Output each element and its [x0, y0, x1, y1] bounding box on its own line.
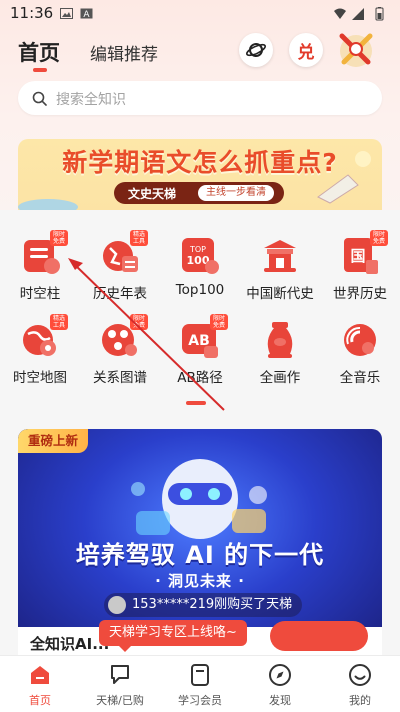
limited-free-badge: 限时 免费 [370, 230, 388, 246]
tool-ab-path[interactable]: AB 限时 免费 AB路径 [162, 314, 238, 386]
history-timeline-icon: 精选 工具 [98, 230, 148, 278]
ladder-zone-tooltip[interactable]: 天梯学习专区上线咯~ [99, 620, 247, 652]
svg-text:国: 国 [350, 247, 365, 265]
banner-brand-pill: 文史天梯 主线一步看清 [114, 182, 284, 204]
status-bar: 11:36 A [0, 0, 400, 28]
tool-label: 时空柱 [19, 286, 61, 302]
header: 首页 编辑推荐 兑 [0, 30, 400, 74]
promo-action-button[interactable] [270, 621, 368, 651]
tool-relationship-graph[interactable]: 限时 免费 关系图谱 [82, 314, 158, 386]
nav-label: 发现 [269, 694, 291, 707]
promo-bottom-title: 全知识AI... [30, 635, 110, 653]
temple-icon [258, 234, 302, 278]
book-icon [187, 662, 213, 688]
tab-editor-picks[interactable]: 编辑推荐 [90, 40, 158, 65]
home-icon [27, 662, 53, 688]
nav-label: 我的 [349, 694, 371, 707]
tool-china-dynasty-history[interactable]: 中国断代史 [242, 234, 318, 302]
svg-text:A: A [83, 10, 90, 19]
spacetime-pillar-icon: 限时 免费 [18, 230, 68, 278]
music-disc-icon [338, 318, 382, 362]
ab-path-icon: AB 限时 免费 [178, 314, 228, 362]
signal-battery-icon [334, 7, 384, 21]
nav-label: 学习会员 [178, 694, 222, 707]
nav-label: 天梯/已购 [96, 694, 144, 707]
vase-icon [258, 318, 302, 362]
tool-spacetime-pillar[interactable]: 限时 免费 时空柱 [2, 230, 78, 302]
relationship-graph-icon: 限时 免费 [98, 314, 148, 362]
tool-label: 全画作 [259, 370, 301, 386]
status-right [332, 6, 388, 25]
nav-mine[interactable]: 我的 [320, 662, 400, 708]
svg-text:TOP: TOP [189, 245, 206, 254]
tool-label: AB路径 [177, 370, 223, 386]
banner-slogan: 主线一步看清 [198, 185, 274, 201]
promo-slogan: 培养驾驭 AI 的下一代 [75, 541, 325, 569]
promo-subtitle: · 洞见未来 · [155, 572, 245, 590]
nav-ladder-purchased[interactable]: 天梯/已购 [80, 662, 160, 708]
search-icon [32, 91, 47, 106]
redeem-label: 兑 [297, 42, 315, 63]
featured-tool-badge: 精选 工具 [50, 314, 68, 330]
page-indicator [186, 401, 206, 405]
nav-discover[interactable]: 发现 [240, 662, 320, 708]
redeem-button[interactable]: 兑 [289, 33, 323, 67]
status-time: 11:36 [10, 4, 54, 22]
tool-all-music[interactable]: 全音乐 [322, 318, 398, 386]
flag-icon [107, 662, 133, 688]
purchase-ticker: 153*****219刚购买了天梯 [104, 593, 303, 617]
featured-tool-badge: 精选 工具 [130, 230, 148, 246]
world-history-book-icon: 国 限时 免费 [338, 230, 388, 278]
nav-home[interactable]: 首页 [0, 662, 80, 708]
tool-label: 时空地图 [13, 370, 67, 386]
tool-history-timeline[interactable]: 精选 工具 历史年表 [82, 230, 158, 302]
tool-label: 历史年表 [93, 286, 147, 302]
search-bar[interactable]: 搜索全知识 [18, 81, 382, 115]
limited-free-badge: 限时 免费 [130, 314, 148, 330]
tab-active-indicator [33, 68, 47, 72]
planet-button[interactable] [239, 33, 273, 67]
tool-label: 世界历史 [333, 286, 387, 302]
tool-all-paintings[interactable]: 全画作 [242, 318, 318, 386]
tool-label: 关系图谱 [93, 370, 147, 386]
tool-label: 全音乐 [339, 370, 381, 386]
planet-icon [246, 43, 266, 57]
gallery-icon [60, 8, 73, 19]
search-placeholder: 搜索全知识 [56, 92, 126, 108]
smiley-icon [347, 662, 373, 688]
tab-home[interactable]: 首页 [18, 37, 60, 67]
bottom-nav: 首页 天梯/已购 学习会员 发现 我的 [0, 655, 400, 712]
banner-title: 新学期语文怎么抓重点? [62, 148, 338, 177]
app-notification-icon: A [80, 8, 93, 19]
top100-icon: TOP 100 [178, 234, 222, 278]
nav-label: 首页 [29, 694, 51, 707]
nav-study-member[interactable]: 学习会员 [160, 662, 240, 708]
new-release-tag: 重磅上新 [18, 429, 89, 453]
tool-label: 中国断代史 [246, 286, 314, 302]
promo-banner[interactable]: 新学期语文怎么抓重点? 文史天梯 主线一步看清 [18, 139, 382, 211]
tool-top100[interactable]: TOP 100 Top100 [162, 234, 238, 298]
tool-spacetime-map[interactable]: 精选 工具 时空地图 [2, 314, 78, 386]
limited-free-badge: 限时 免费 [50, 230, 68, 246]
banner-brand: 文史天梯 [128, 187, 177, 201]
avatar[interactable] [336, 30, 376, 70]
tool-label: Top100 [175, 282, 225, 298]
crossed-swords-avatar-icon [339, 33, 373, 67]
tool-world-history[interactable]: 国 限时 免费 世界历史 [322, 230, 398, 302]
limited-free-badge: 限时 免费 [210, 314, 228, 330]
purchase-ticker-text: 153*****219刚购买了天梯 [132, 597, 293, 612]
buyer-avatar [108, 596, 126, 614]
compass-icon [267, 662, 293, 688]
spacetime-map-icon: 精选 工具 [18, 314, 68, 362]
